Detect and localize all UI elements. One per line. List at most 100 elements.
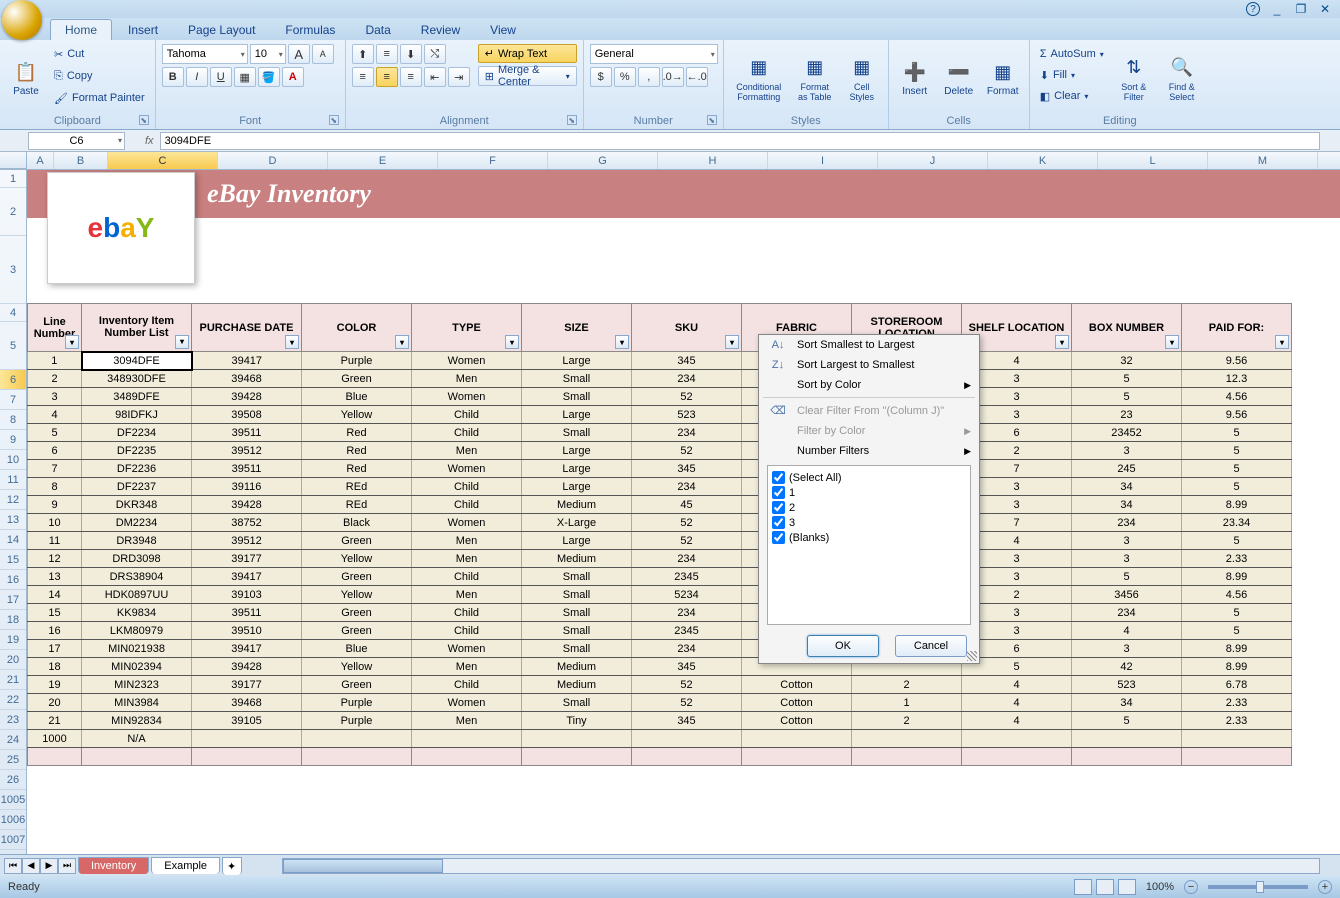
column-header-M[interactable]: M: [1208, 152, 1318, 169]
cell[interactable]: 5: [1182, 442, 1292, 460]
cell[interactable]: REd: [302, 478, 412, 496]
column-header-I[interactable]: I: [768, 152, 878, 169]
column-header-A[interactable]: A: [27, 152, 54, 169]
cell[interactable]: Women: [412, 640, 522, 658]
find-select-button[interactable]: 🔍Find & Select: [1160, 44, 1204, 113]
cell[interactable]: Large: [522, 532, 632, 550]
column-header-E[interactable]: E: [328, 152, 438, 169]
cell[interactable]: 5: [1182, 532, 1292, 550]
cell[interactable]: 39428: [192, 388, 302, 406]
column-header-K[interactable]: K: [988, 152, 1098, 169]
cell[interactable]: N/A: [82, 730, 192, 748]
cell[interactable]: 23.34: [1182, 514, 1292, 532]
cell[interactable]: 39512: [192, 442, 302, 460]
filter-button[interactable]: ▾: [65, 335, 79, 349]
filter-button[interactable]: ▾: [285, 335, 299, 349]
percent-button[interactable]: %: [614, 67, 636, 87]
align-middle-button[interactable]: ≡: [376, 44, 398, 64]
cell[interactable]: [852, 730, 962, 748]
column-header-J[interactable]: J: [878, 152, 988, 169]
column-header-H[interactable]: H: [658, 152, 768, 169]
cell[interactable]: MIN021938: [82, 640, 192, 658]
cell[interactable]: Cotton: [742, 694, 852, 712]
office-button[interactable]: [2, 0, 42, 40]
cell[interactable]: Small: [522, 604, 632, 622]
cell[interactable]: 8.99: [1182, 496, 1292, 514]
cell[interactable]: 5: [1072, 388, 1182, 406]
row-header-10[interactable]: 10: [0, 450, 26, 470]
row-header-20[interactable]: 20: [0, 650, 26, 670]
cell[interactable]: Green: [302, 568, 412, 586]
row-header-1006[interactable]: 1006: [0, 810, 26, 830]
format-cells-button[interactable]: ▦Format: [983, 44, 1023, 113]
row-header-8[interactable]: 8: [0, 410, 26, 430]
shrink-font-button[interactable]: A: [312, 44, 334, 64]
filter-button[interactable]: ▾: [1055, 335, 1069, 349]
filter-button[interactable]: ▾: [725, 335, 739, 349]
cell[interactable]: [192, 730, 302, 748]
filter-button[interactable]: ▾: [395, 335, 409, 349]
cell[interactable]: 3: [1072, 532, 1182, 550]
tab-review[interactable]: Review: [407, 20, 474, 40]
cell[interactable]: 39428: [192, 658, 302, 676]
cell[interactable]: 6.78: [1182, 676, 1292, 694]
cell[interactable]: Large: [522, 460, 632, 478]
cell[interactable]: 5: [1072, 712, 1182, 730]
cell[interactable]: 7: [28, 460, 82, 478]
sheet-tab-example[interactable]: Example: [151, 857, 220, 874]
cell[interactable]: Small: [522, 586, 632, 604]
cell[interactable]: 345: [632, 712, 742, 730]
zoom-in-button[interactable]: +: [1318, 880, 1332, 894]
cell[interactable]: Purple: [302, 352, 412, 370]
cell[interactable]: Child: [412, 406, 522, 424]
filter-button[interactable]: ▾: [505, 335, 519, 349]
cell[interactable]: Yellow: [302, 406, 412, 424]
cell[interactable]: Large: [522, 406, 632, 424]
cell[interactable]: Child: [412, 604, 522, 622]
cell[interactable]: 1: [28, 352, 82, 370]
cell[interactable]: Large: [522, 442, 632, 460]
cell[interactable]: 4: [1072, 622, 1182, 640]
cell[interactable]: Blue: [302, 388, 412, 406]
decrease-indent-button[interactable]: ⇤: [424, 67, 446, 87]
row-header-23[interactable]: 23: [0, 710, 26, 730]
cell[interactable]: Men: [412, 586, 522, 604]
close-icon[interactable]: ✕: [1318, 2, 1332, 16]
row-header-14[interactable]: 14: [0, 530, 26, 550]
align-top-button[interactable]: ⬆: [352, 44, 374, 64]
cell[interactable]: 1: [852, 694, 962, 712]
cell[interactable]: LKM80979: [82, 622, 192, 640]
restore-icon[interactable]: ❐: [1294, 2, 1308, 16]
cell[interactable]: 2.33: [1182, 550, 1292, 568]
cell[interactable]: Purple: [302, 694, 412, 712]
cell[interactable]: Child: [412, 424, 522, 442]
cell[interactable]: 4: [962, 676, 1072, 694]
cell[interactable]: 39468: [192, 370, 302, 388]
filter-cancel-button[interactable]: Cancel: [895, 635, 967, 657]
grow-font-button[interactable]: A: [288, 44, 310, 64]
cell[interactable]: 23: [1072, 406, 1182, 424]
cell[interactable]: Blue: [302, 640, 412, 658]
cell[interactable]: 345: [632, 352, 742, 370]
format-as-table-button[interactable]: ▦Format as Table: [792, 44, 838, 113]
align-left-button[interactable]: ≡: [352, 67, 374, 87]
zoom-level[interactable]: 100%: [1146, 881, 1174, 893]
row-header-16[interactable]: 16: [0, 570, 26, 590]
cell[interactable]: 52: [632, 532, 742, 550]
underline-button[interactable]: U: [210, 67, 232, 87]
cell[interactable]: 2345: [632, 622, 742, 640]
cell[interactable]: Men: [412, 712, 522, 730]
number-launcher[interactable]: ⬊: [707, 115, 717, 125]
clipboard-launcher[interactable]: ⬊: [139, 115, 149, 125]
tab-home[interactable]: Home: [50, 19, 112, 40]
cell[interactable]: 3: [28, 388, 82, 406]
row-header-24[interactable]: 24: [0, 730, 26, 750]
cell[interactable]: 5: [28, 424, 82, 442]
cell[interactable]: 34: [1072, 496, 1182, 514]
row-header-9[interactable]: 9: [0, 430, 26, 450]
cell[interactable]: Men: [412, 658, 522, 676]
cell[interactable]: 39177: [192, 550, 302, 568]
number-filters[interactable]: Number Filters▶: [759, 441, 979, 461]
filter-button[interactable]: ▾: [615, 335, 629, 349]
align-center-button[interactable]: ≡: [376, 67, 398, 87]
